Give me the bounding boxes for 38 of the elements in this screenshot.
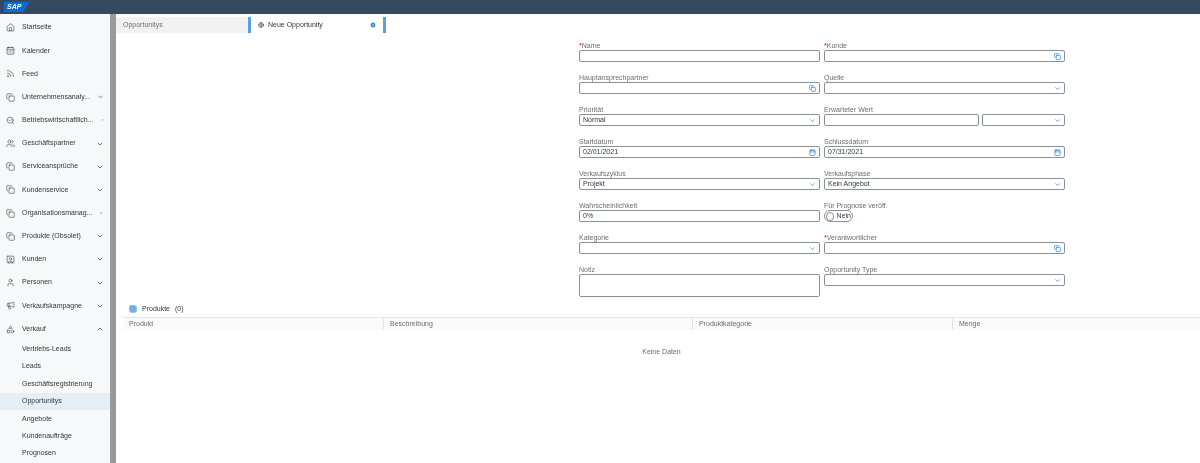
shapes-icon <box>6 324 15 334</box>
close-icon[interactable] <box>370 22 376 28</box>
caret-icon <box>809 116 816 124</box>
input-field[interactable] <box>824 114 979 126</box>
currency-dropdown[interactable] <box>982 114 1065 126</box>
feed-icon <box>6 69 15 79</box>
dropdown-field[interactable] <box>579 242 820 254</box>
contact-card-icon <box>6 254 15 264</box>
copy-icon <box>6 185 15 195</box>
copy-icon <box>6 162 15 172</box>
home-icon <box>6 23 15 33</box>
caret-icon <box>1054 276 1061 284</box>
input-field[interactable] <box>579 50 820 62</box>
caret-icon <box>1054 116 1061 124</box>
people-icon <box>6 139 15 149</box>
search-gear-icon <box>6 115 15 125</box>
calendar-icon <box>6 46 15 56</box>
value-help-icon[interactable] <box>809 84 816 92</box>
caret-icon <box>1054 84 1061 92</box>
person-icon <box>6 278 15 288</box>
dropdown-field[interactable] <box>824 82 1065 94</box>
note-field[interactable] <box>579 274 820 297</box>
caret-icon <box>809 244 816 252</box>
caret-icon <box>1054 180 1061 188</box>
copy-icon <box>6 208 15 218</box>
dropdown-field[interactable] <box>824 274 1065 286</box>
lookup-field[interactable] <box>579 82 820 94</box>
caret-icon <box>809 180 816 188</box>
lookup-field[interactable] <box>824 50 1065 62</box>
megaphone-icon <box>6 301 15 311</box>
lookup-field[interactable] <box>824 242 1065 254</box>
value-help-icon[interactable] <box>1054 52 1061 60</box>
copy-icon <box>6 92 15 102</box>
toggle-knob <box>826 211 834 221</box>
calendar-icon[interactable] <box>1054 148 1061 156</box>
copy-icon <box>6 231 15 241</box>
calendar-icon[interactable] <box>809 148 816 156</box>
value-help-icon[interactable] <box>1054 244 1061 252</box>
